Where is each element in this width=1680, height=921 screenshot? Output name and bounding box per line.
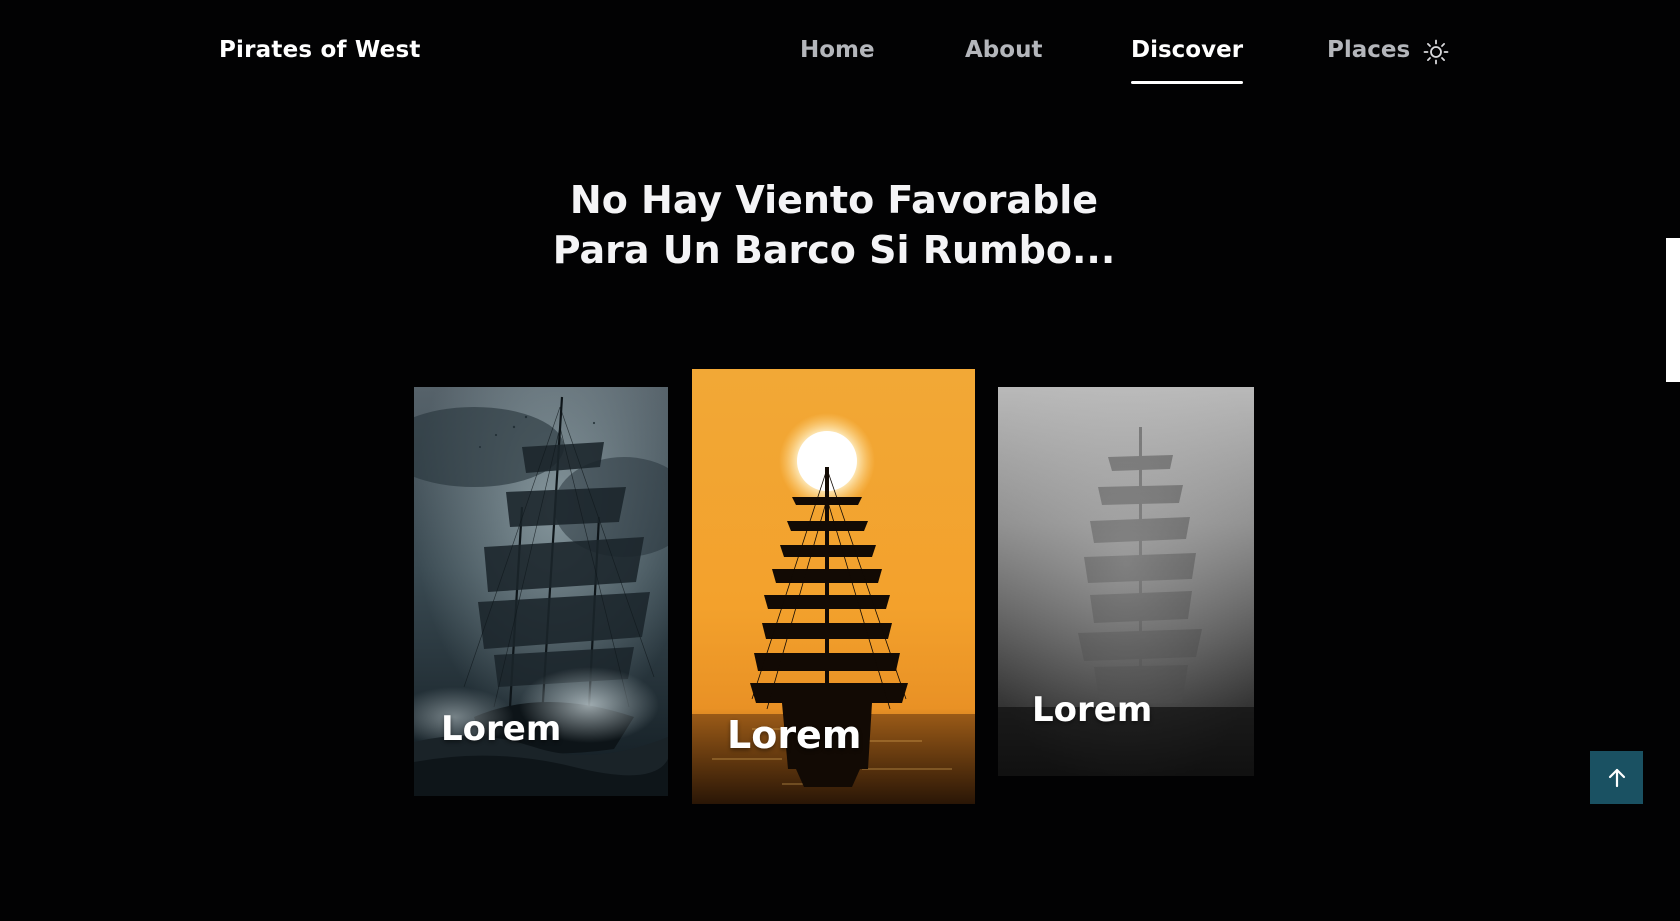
site-header: Pirates of West Home About Discover Plac… — [0, 0, 1680, 110]
ship-card-foggy[interactable]: Lorem — [998, 387, 1254, 776]
card-label: Lorem — [441, 709, 562, 749]
edge-scroll-indicator — [1666, 238, 1680, 382]
heading-line-1: No Hay Viento Favorable — [569, 178, 1099, 222]
heading-line-2: Para Un Barco Si Rumbo... — [552, 228, 1116, 272]
theme-toggle-button[interactable] — [1422, 38, 1450, 66]
nav-link-about[interactable]: About — [965, 37, 1042, 63]
nav-link-home[interactable]: Home — [800, 37, 875, 63]
nav-link-discover[interactable]: Discover — [1131, 37, 1244, 84]
page-heading: No Hay Viento Favorable Para Un Barco Si… — [0, 175, 1668, 275]
card-label: Lorem — [727, 713, 862, 757]
nav-link-places[interactable]: Places — [1327, 37, 1410, 63]
arrow-up-icon — [1608, 768, 1625, 787]
ship-card-stormy[interactable]: Lorem — [414, 387, 668, 796]
sun-icon — [1423, 39, 1449, 65]
scroll-to-top-button[interactable] — [1590, 751, 1643, 804]
card-label: Lorem — [1032, 690, 1153, 730]
ship-card-sunset[interactable]: Lorem — [692, 369, 975, 804]
